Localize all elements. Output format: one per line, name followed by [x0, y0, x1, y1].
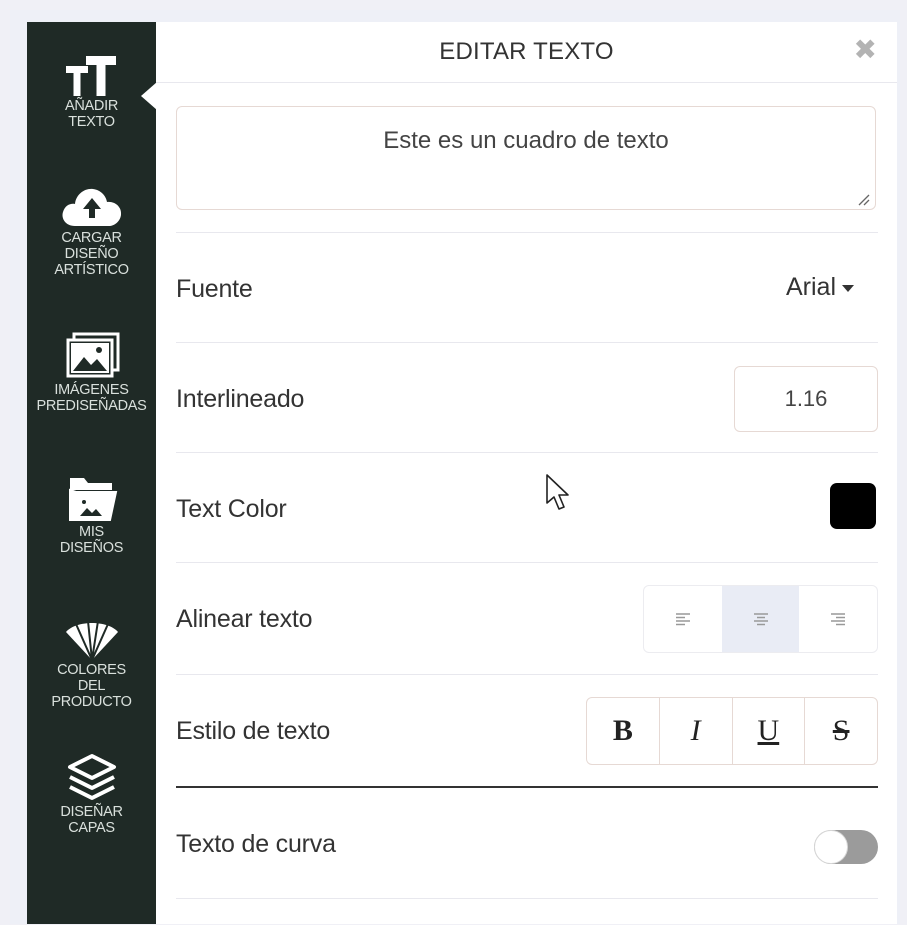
text-color-swatch[interactable] [830, 483, 876, 529]
sidebar-item-product-colors[interactable]: COLORES DEL PRODUCTO [27, 612, 156, 710]
text-size-icon [65, 56, 116, 96]
text-style-label: Estilo de texto [176, 717, 331, 745]
resize-handle-icon[interactable] [856, 192, 870, 206]
color-fan-icon [65, 620, 118, 661]
sidebar-item-layers[interactable]: DISEÑAR CAPAS [27, 752, 156, 836]
panel-header: EDITAR TEXTO ✖ [156, 22, 897, 83]
sidebar-item-label: IMÁGENES PREDISEÑADAS [36, 382, 147, 414]
underline-button[interactable]: U [731, 698, 805, 764]
align-left-icon [675, 613, 690, 626]
next-row [176, 898, 878, 925]
font-row: Fuente Arial [176, 232, 878, 343]
text-color-row: Text Color [176, 452, 878, 563]
cloud-upload-icon [62, 188, 121, 226]
curve-text-label: Texto de curva [176, 830, 336, 858]
sidebar-item-my-designs[interactable]: MIS DISEÑOS [27, 472, 156, 556]
panel-title: EDITAR TEXTO [439, 38, 614, 65]
mouse-cursor-icon [546, 474, 569, 510]
align-right-button[interactable] [799, 586, 877, 652]
italic-button[interactable]: I [658, 698, 732, 764]
sidebar-item-label: CARGAR DISEÑO ARTÍSTICO [54, 230, 129, 278]
line-height-label: Interlineado [176, 385, 305, 413]
text-color-label: Text Color [176, 495, 287, 523]
sidebar-item-label: AÑADIR TEXTO [65, 98, 118, 130]
caret-down-icon [842, 284, 854, 292]
align-center-icon [753, 613, 768, 626]
layers-icon [67, 754, 116, 800]
line-height-row: Interlineado [176, 342, 878, 453]
font-label: Fuente [176, 275, 253, 303]
align-row: Alinear texto [176, 562, 878, 675]
folder-image-icon [68, 478, 117, 521]
toggle-knob [814, 830, 848, 864]
active-item-pointer [141, 82, 157, 110]
sidebar-item-label: MIS DISEÑOS [59, 524, 124, 556]
images-icon [66, 332, 119, 378]
align-label: Alinear texto [176, 605, 313, 633]
curve-text-row: Texto de curva [176, 786, 878, 900]
font-value: Arial [785, 273, 836, 301]
line-height-input[interactable] [734, 366, 878, 432]
sidebar-item-label: DISEÑAR CAPAS [60, 804, 123, 836]
text-style-row: Estilo de texto B I U S [176, 674, 878, 787]
align-button-group [643, 585, 878, 653]
bold-button[interactable]: B [587, 698, 659, 764]
strikethrough-button[interactable]: S [804, 698, 877, 764]
sidebar: AÑADIR TEXTO CARGAR DISEÑO ARTÍSTICO IMÁ… [27, 22, 156, 924]
sidebar-item-upload-art[interactable]: CARGAR DISEÑO ARTÍSTICO [27, 182, 156, 278]
close-icon[interactable]: ✖ [854, 36, 877, 64]
sidebar-item-label: COLORES DEL PRODUCTO [51, 662, 132, 710]
align-center-button[interactable] [721, 586, 800, 652]
align-right-icon [831, 613, 846, 626]
font-dropdown[interactable]: Arial [786, 273, 854, 302]
curve-text-toggle[interactable] [814, 830, 878, 864]
edit-text-panel: EDITAR TEXTO ✖ Este es un cuadro de text… [156, 22, 897, 924]
text-content-input[interactable]: Este es un cuadro de texto [176, 106, 876, 210]
sidebar-item-add-text[interactable]: AÑADIR TEXTO [27, 52, 156, 130]
sidebar-item-clipart[interactable]: IMÁGENES PREDISEÑADAS [27, 332, 156, 414]
text-style-button-group: B I U S [586, 697, 878, 765]
align-left-button[interactable] [644, 586, 722, 652]
